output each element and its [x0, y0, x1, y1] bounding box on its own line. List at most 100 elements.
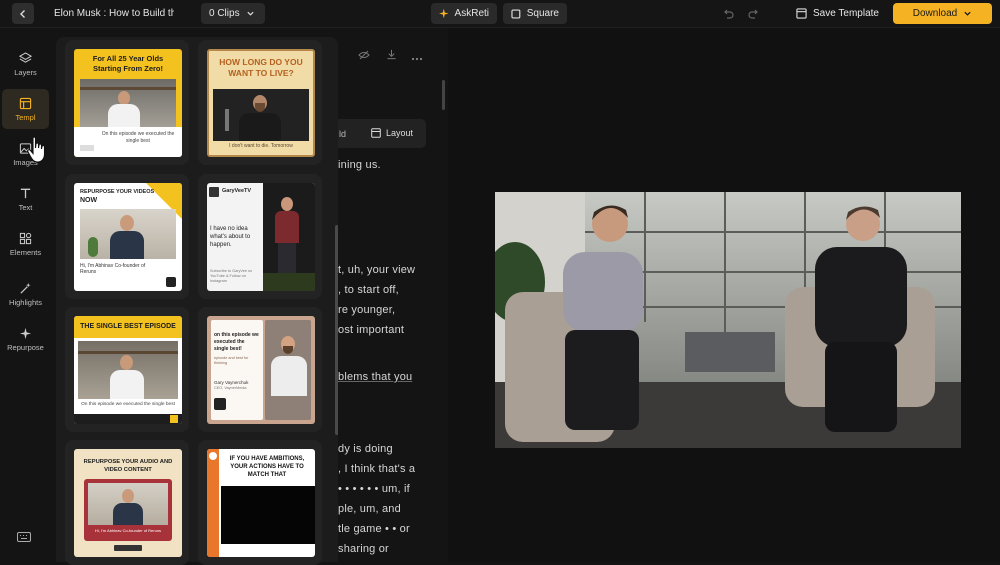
template-caption: Hi, I'm Abhinav Co-founder of Reruns — [80, 263, 146, 275]
text-icon — [20, 188, 31, 198]
editor-scrollbar[interactable] — [442, 80, 445, 110]
transcript-line[interactable]: • • • • • • um, if — [338, 483, 410, 495]
top-bar: Elon Musk : How to Build th 0 Clips AskR… — [0, 0, 1000, 28]
transcript-line[interactable]: t, uh, your view — [338, 264, 415, 276]
transcript-line[interactable]: , to start off, — [338, 284, 399, 296]
template-caption: I don't want to die. Tomorrow — [229, 143, 293, 149]
download-icon[interactable] — [386, 47, 397, 65]
sparkle-icon — [439, 8, 449, 19]
clips-dropdown[interactable]: 0 Clips — [201, 3, 265, 24]
save-template-icon — [796, 8, 807, 19]
left-sidebar: Layers Templ Images Text Elements Highli… — [0, 28, 51, 562]
template-preview: HOW LONG DO YOU WANT TO LIVE? I don't wa… — [207, 49, 315, 157]
template-headline: THE SINGLE BEST EPISODE — [80, 323, 176, 330]
template-thumbnail — [88, 483, 168, 525]
transcript-line[interactable]: dy is doing — [338, 443, 393, 455]
project-title[interactable]: Elon Musk : How to Build th — [54, 8, 174, 19]
eye-off-icon[interactable] — [358, 47, 370, 65]
aspect-label: Square — [526, 8, 559, 19]
template-headline: For All 25 Year Olds Starting From Zero! — [92, 54, 164, 73]
sidebar-item-label: Highlights — [9, 297, 42, 307]
undo-button[interactable] — [721, 7, 735, 21]
sidebar-item-label: Elements — [9, 247, 42, 257]
template-caption: Subscribe to GaryVee on YouTube & Follow… — [210, 269, 253, 283]
template-thumbnail — [78, 341, 178, 399]
layout-icon — [371, 128, 381, 138]
template-caption: On this episode we executed the single b… — [101, 131, 175, 144]
more-icon[interactable] — [411, 48, 423, 66]
editor-tabs: ld Layout — [338, 119, 426, 148]
sidebar-item-repurpose[interactable]: Repurpose — [2, 319, 49, 359]
template-preview: IF YOU HAVE AMBITIONS, YOUR ACTIONS HAVE… — [207, 449, 315, 557]
transcript-line[interactable]: sharing or — [338, 543, 389, 555]
elements-icon — [19, 232, 32, 244]
back-button[interactable] — [12, 3, 34, 24]
video-frame — [495, 192, 961, 448]
template-card[interactable]: For All 25 Year Olds Starting From Zero!… — [65, 40, 189, 165]
template-thumbnail — [80, 209, 176, 259]
template-headline: HOW LONG DO YOU WANT TO LIVE? — [219, 57, 303, 79]
template-headline-2: NOW — [80, 197, 98, 204]
transcript-line[interactable]: ost important — [338, 324, 404, 336]
template-card[interactable]: IF YOU HAVE AMBITIONS, YOUR ACTIONS HAVE… — [198, 440, 322, 565]
sidebar-item-text[interactable]: Text — [2, 179, 49, 219]
template-icon — [19, 97, 32, 109]
template-card[interactable]: GaryVeeTV I have no idea what's about to… — [198, 174, 322, 299]
template-card[interactable]: REPURPOSE YOUR VIDEOS NOW Hi, I'm Abhina… — [65, 174, 189, 299]
save-template-label: Save Template — [813, 8, 879, 19]
template-thumbnail — [213, 89, 309, 141]
transcript-line[interactable]: tle game • • or — [338, 523, 410, 535]
template-preview: For All 25 Year Olds Starting From Zero!… — [74, 49, 182, 157]
tab-layout[interactable]: Layout — [371, 128, 413, 138]
template-preview: on this episode we executed the single b… — [207, 316, 315, 424]
keyboard-shortcuts-button[interactable] — [17, 529, 31, 547]
template-preview: GaryVeeTV I have no idea what's about to… — [207, 183, 315, 291]
aspect-ratio-button[interactable]: Square — [503, 3, 567, 24]
tab-partial-label[interactable]: ld — [339, 129, 346, 139]
template-headline: REPURPOSE YOUR AUDIO AND VIDEO CONTENT — [83, 459, 173, 473]
transcript-line[interactable]: re younger, — [338, 304, 395, 316]
sidebar-item-label: Templ — [15, 112, 36, 122]
clips-label: 0 Clips — [209, 8, 240, 19]
transcript-line[interactable]: ining us. — [338, 159, 381, 171]
template-card[interactable]: HOW LONG DO YOU WANT TO LIVE? I don't wa… — [198, 40, 322, 165]
square-icon — [511, 9, 521, 18]
template-card[interactable]: THE SINGLE BEST EPISODE On this episode … — [65, 307, 189, 432]
sidebar-item-templates[interactable]: Templ — [2, 89, 49, 129]
hand-cursor-icon — [26, 136, 50, 169]
template-thumbnail — [263, 183, 315, 291]
template-card[interactable]: REPURPOSE YOUR AUDIO AND VIDEO CONTENT H… — [65, 440, 189, 565]
chevron-down-icon — [246, 11, 254, 16]
sidebar-item-label: Layers — [14, 67, 37, 77]
sidebar-item-label: Repurpose — [7, 342, 44, 352]
template-preview: REPURPOSE YOUR VIDEOS NOW Hi, I'm Abhina… — [74, 183, 182, 291]
transcript-line[interactable]: blems that you — [338, 371, 412, 383]
template-preview: THE SINGLE BEST EPISODE On this episode … — [74, 316, 182, 424]
template-body: on this episode we executed the single b… — [214, 332, 259, 352]
download-label: Download — [912, 8, 958, 19]
save-template-button[interactable]: Save Template — [796, 8, 879, 19]
tab-layout-label: Layout — [386, 128, 414, 138]
askreti-button[interactable]: AskReti — [431, 3, 497, 24]
keyboard-icon — [17, 532, 31, 542]
sidebar-item-highlights[interactable]: Highlights — [2, 274, 49, 314]
template-card[interactable]: on this episode we executed the single b… — [198, 307, 322, 432]
back-arrow-icon — [20, 9, 25, 18]
repurpose-icon — [19, 327, 32, 339]
template-subtext: episode and best for thinking — [214, 356, 249, 365]
video-preview[interactable] — [495, 192, 961, 448]
askreti-label: AskReti — [454, 8, 489, 19]
template-headline: REPURPOSE YOUR VIDEOS — [80, 189, 155, 195]
download-button[interactable]: Download — [893, 3, 992, 24]
redo-button[interactable] — [747, 7, 761, 21]
sidebar-item-elements[interactable]: Elements — [2, 224, 49, 264]
template-channel: GaryVeeTV — [222, 188, 252, 194]
template-preview: REPURPOSE YOUR AUDIO AND VIDEO CONTENT H… — [74, 449, 182, 557]
redo-icon — [748, 9, 758, 19]
transcript-line[interactable]: , I think that's a — [338, 463, 415, 475]
transcript-line[interactable]: ple, um, and — [338, 503, 401, 515]
template-thumbnail — [80, 79, 176, 127]
undo-icon — [724, 9, 734, 19]
sidebar-item-label: Text — [18, 202, 33, 212]
sidebar-item-layers[interactable]: Layers — [2, 44, 49, 84]
